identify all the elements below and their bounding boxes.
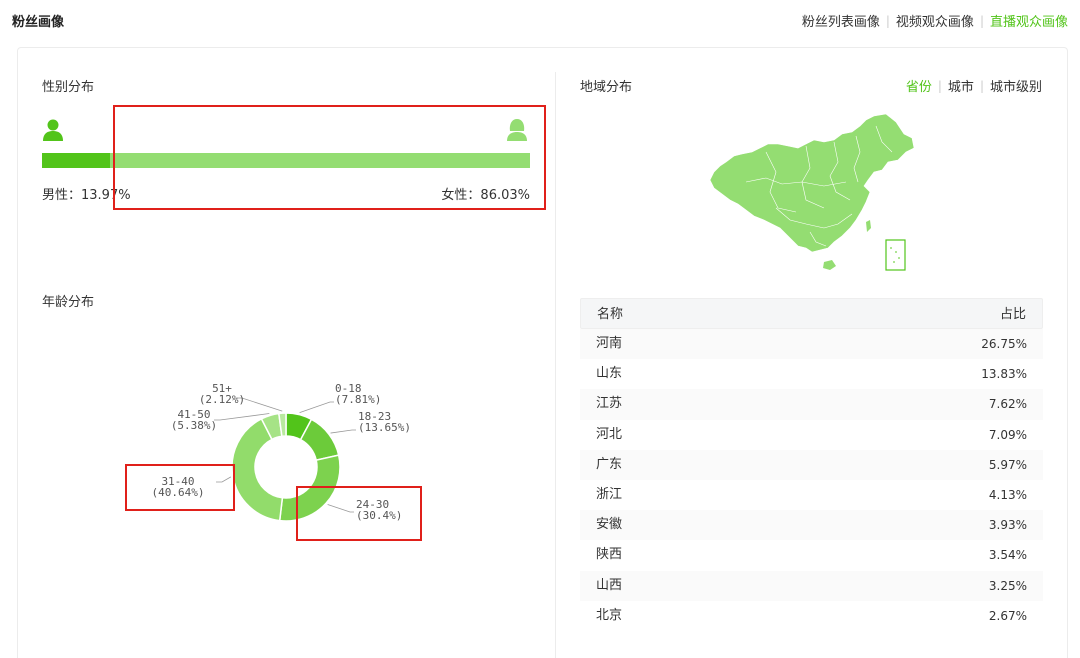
region-name: 陕西 bbox=[596, 547, 623, 563]
region-name: 北京 bbox=[596, 607, 623, 623]
header-ratio: 占比 bbox=[999, 307, 1026, 322]
region-ratio: 13.83% bbox=[981, 367, 1027, 382]
link-fan-list-portrait[interactable]: 粉丝列表画像 bbox=[802, 11, 880, 30]
link-separator: | bbox=[979, 13, 984, 28]
region-ratio: 3.25% bbox=[988, 578, 1027, 593]
region-table: 名称 占比 河南 26.75% 山东 13.83% 江苏 7.62% 河北 7.09% 广东 5.… bbox=[580, 298, 1043, 631]
table-row: 安徽 3.93% bbox=[580, 510, 1043, 541]
region-ratio: 7.62% bbox=[988, 397, 1027, 412]
region-ratio: 5.97% bbox=[988, 457, 1027, 472]
donut-percent-label: (13.65%) bbox=[358, 421, 411, 434]
region-ratio: 3.93% bbox=[988, 518, 1027, 533]
region-table-body: 河南 26.75% 山东 13.83% 江苏 7.62% 河北 7.09% 广东 5.97% 浙江 4… bbox=[580, 329, 1043, 631]
table-row: 浙江 4.13% bbox=[580, 480, 1043, 510]
table-row: 河南 26.75% bbox=[580, 329, 1043, 360]
link-separator: | bbox=[885, 13, 890, 28]
tab-province[interactable]: 省份 bbox=[906, 76, 932, 95]
hainan-island-shape[interactable] bbox=[823, 260, 836, 270]
table-row: 山东 13.83% bbox=[580, 359, 1043, 389]
annotation-highlight-box bbox=[125, 464, 235, 511]
tab-city[interactable]: 城市 bbox=[948, 76, 974, 95]
region-ratio: 2.67% bbox=[988, 608, 1027, 623]
south-china-sea-inset bbox=[885, 239, 906, 271]
region-section-title: 地域分布 bbox=[580, 80, 633, 95]
male-fill bbox=[42, 153, 111, 168]
annotation-highlight-box bbox=[296, 486, 422, 541]
link-live-audience-portrait[interactable]: 直播观众画像 bbox=[990, 11, 1068, 30]
region-name: 山西 bbox=[596, 577, 623, 593]
donut-percent-label: (2.12%) bbox=[199, 393, 245, 406]
table-row: 江苏 7.62% bbox=[580, 389, 1043, 420]
donut-leader-line bbox=[299, 401, 334, 414]
region-ratio: 26.75% bbox=[981, 337, 1027, 351]
region-ratio: 3.54% bbox=[988, 548, 1027, 563]
table-row: 山西 3.25% bbox=[580, 570, 1043, 601]
region-name: 河南 bbox=[596, 336, 623, 351]
age-section-title: 年龄分布 bbox=[42, 295, 95, 310]
region-name: 山东 bbox=[596, 366, 623, 382]
table-row: 陕西 3.54% bbox=[580, 540, 1043, 570]
region-tabs: 省份 | 城市 | 城市级别 bbox=[906, 76, 1042, 96]
table-row: 广东 5.97% bbox=[580, 449, 1043, 480]
region-ratio: 7.09% bbox=[988, 427, 1027, 442]
page-title: 粉丝画像 bbox=[12, 15, 65, 30]
china-map[interactable] bbox=[706, 112, 922, 278]
region-name: 河北 bbox=[596, 426, 623, 442]
china-mainland-shape[interactable] bbox=[709, 113, 915, 253]
region-name: 广东 bbox=[596, 456, 623, 472]
region-name: 安徽 bbox=[596, 517, 623, 533]
annotation-highlight-box bbox=[113, 105, 546, 210]
taiwan-island-shape[interactable] bbox=[866, 220, 871, 232]
header-name: 名称 bbox=[597, 307, 624, 322]
table-row: 北京 2.67% bbox=[580, 601, 1043, 631]
panel-divider bbox=[555, 72, 556, 658]
link-video-audience-portrait[interactable]: 视频观众画像 bbox=[896, 11, 974, 30]
portrait-type-links: 粉丝列表画像 | 视频观众画像 | 直播观众画像 bbox=[802, 11, 1068, 31]
tab-separator: | bbox=[979, 78, 984, 93]
donut-leader-line bbox=[330, 429, 356, 434]
donut-percent-label: (5.38%) bbox=[171, 419, 217, 432]
donut-percent-label: (7.81%) bbox=[335, 393, 381, 406]
table-row: 河北 7.09% bbox=[580, 420, 1043, 450]
region-name: 江苏 bbox=[596, 396, 623, 412]
region-name: 浙江 bbox=[596, 486, 623, 502]
region-ratio: 4.13% bbox=[988, 487, 1027, 502]
male-user-icon bbox=[43, 119, 63, 141]
region-table-header: 名称 占比 bbox=[580, 298, 1043, 329]
tab-separator: | bbox=[937, 78, 942, 93]
tab-city-level[interactable]: 城市级别 bbox=[990, 76, 1042, 95]
gender-section-title: 性别分布 bbox=[42, 80, 95, 95]
